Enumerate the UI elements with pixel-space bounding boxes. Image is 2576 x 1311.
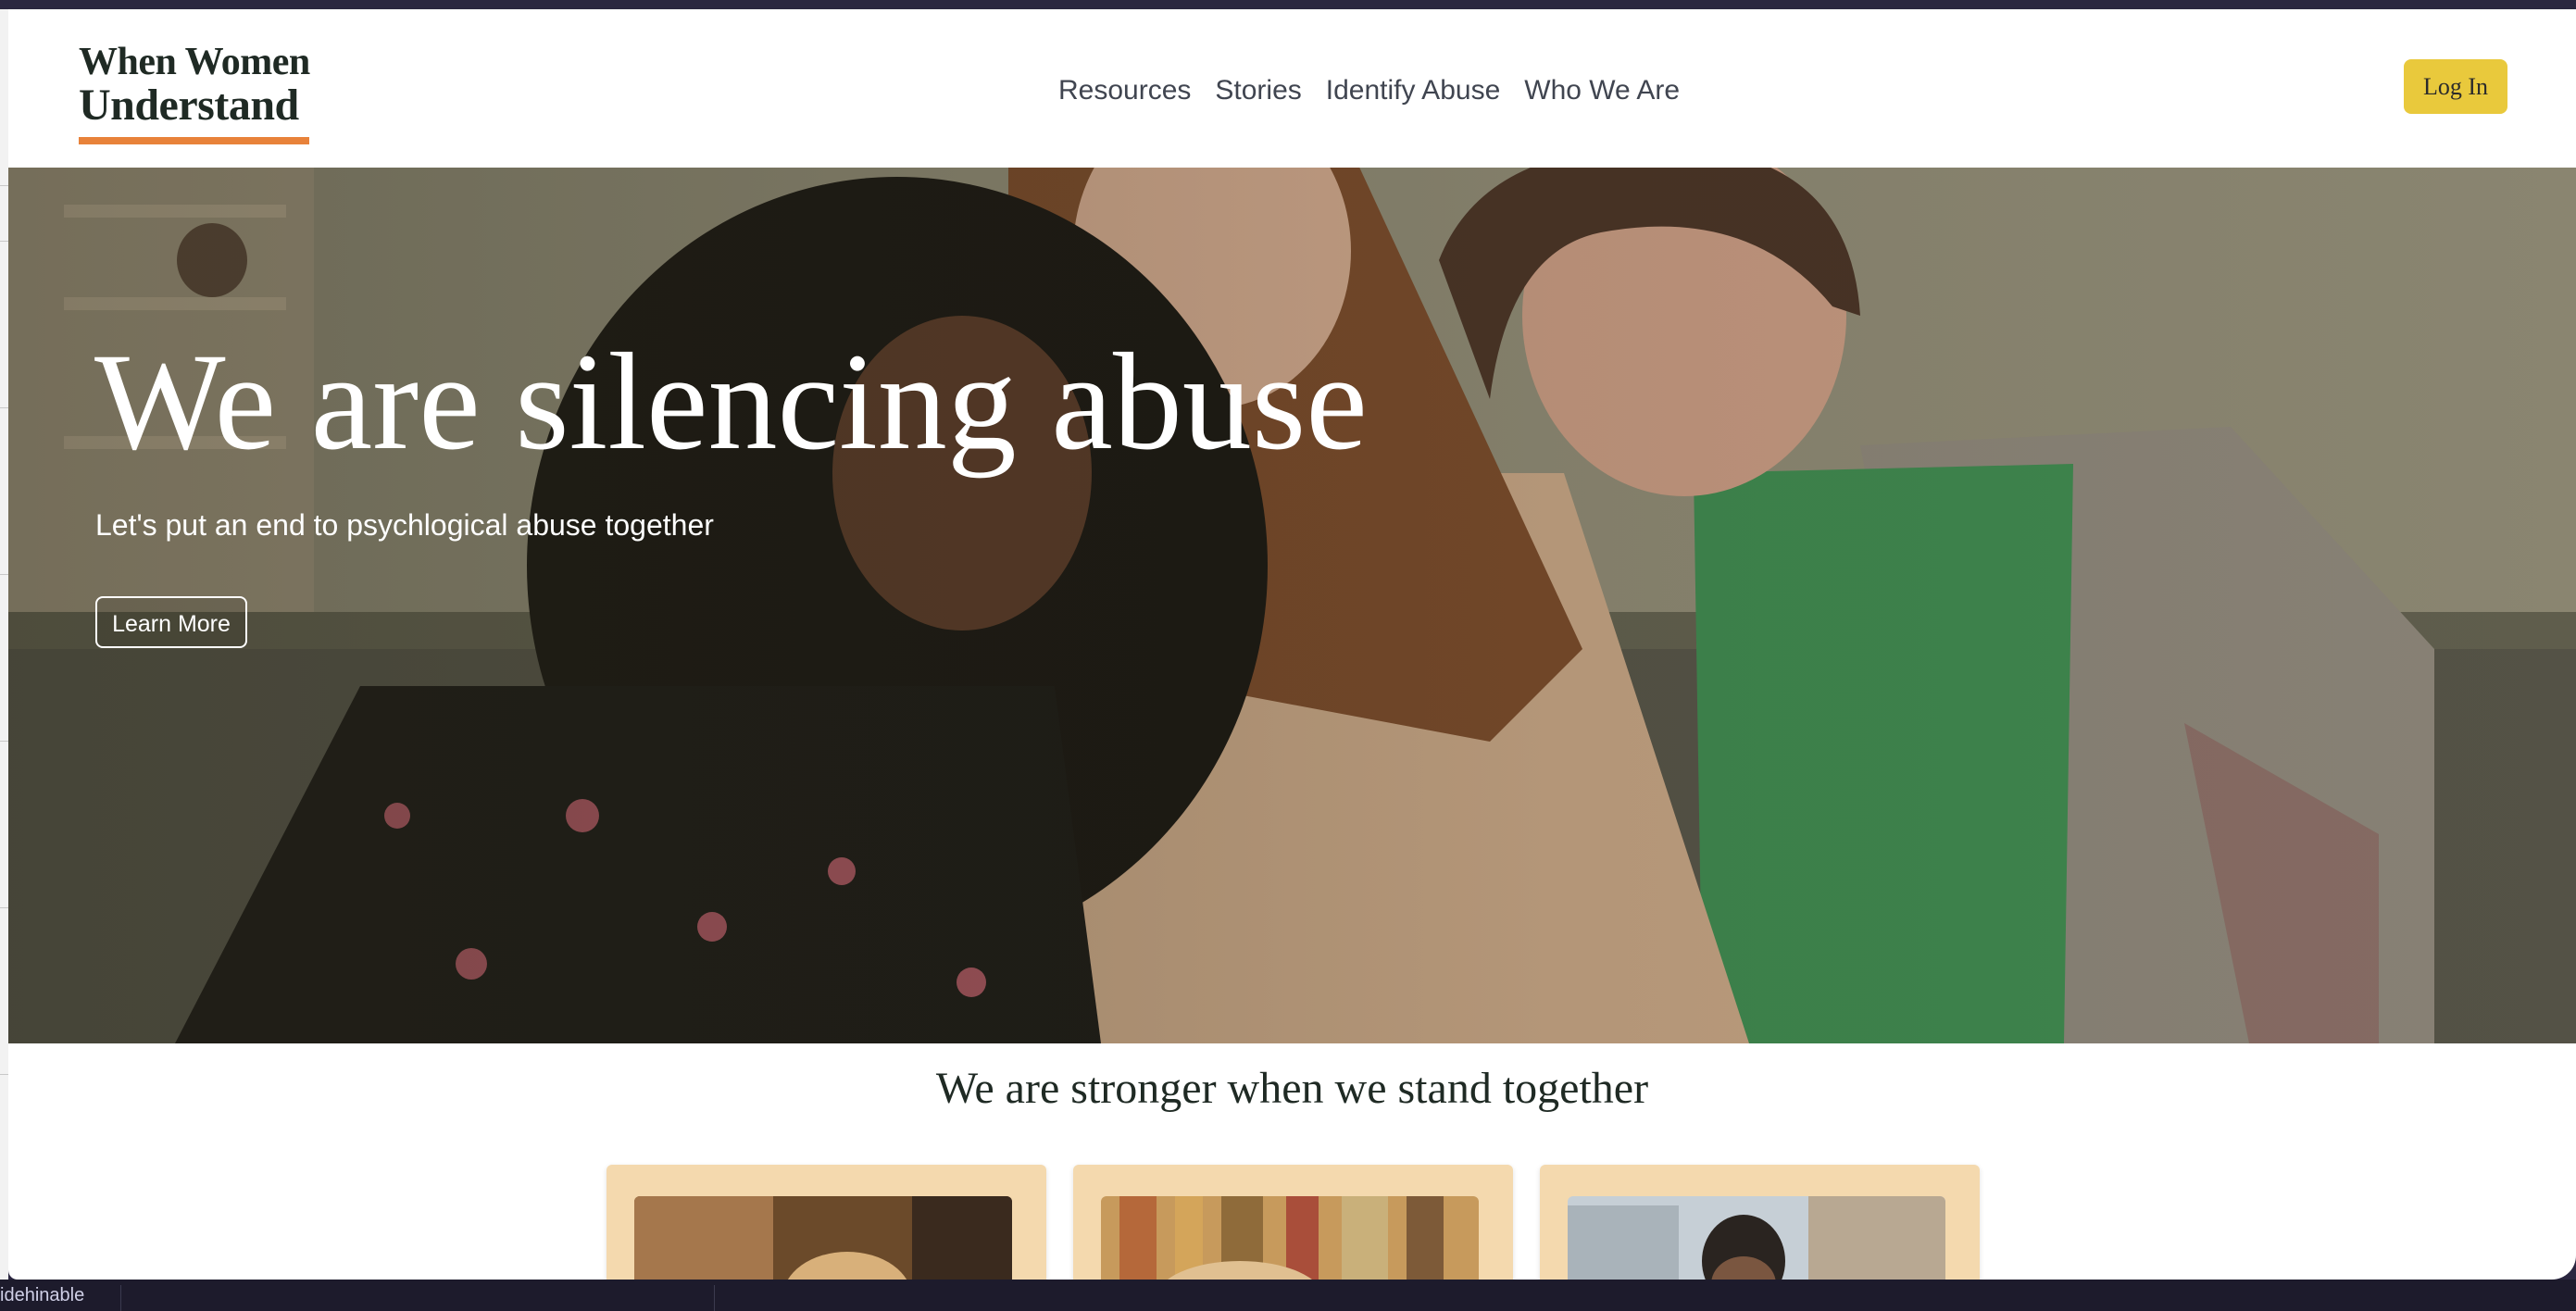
taskbar: idehinable: [0, 1280, 2576, 1311]
site-logo[interactable]: When Women Understand: [79, 41, 319, 152]
hero-banner: We are silencing abuse Let's put an end …: [8, 168, 2576, 1043]
taskbar-pane: [120, 1285, 715, 1311]
taskbar-label: idehinable: [0, 1285, 85, 1305]
card-photo-woman-reading-icon: [634, 1196, 1012, 1280]
browser-viewport: When Women Understand Resources Stories …: [8, 9, 2576, 1280]
hero-subtitle: Let's put an end to psychlogical abuse t…: [95, 508, 714, 542]
logo-line-1: When Women: [79, 41, 310, 83]
nav-identify-abuse[interactable]: Identify Abuse: [1326, 69, 1500, 113]
story-card-3[interactable]: [1540, 1165, 1980, 1280]
learn-more-button[interactable]: Learn More: [95, 596, 247, 648]
nav-resources[interactable]: Resources: [1058, 69, 1191, 113]
story-card-2[interactable]: [1073, 1165, 1513, 1280]
login-button[interactable]: Log In: [2404, 59, 2507, 114]
main-nav: Resources Stories Identify Abuse Who We …: [1058, 69, 1680, 113]
nav-who-we-are[interactable]: Who We Are: [1524, 69, 1680, 113]
site-header: When Women Understand Resources Stories …: [8, 9, 2576, 168]
window-top-bar: [0, 0, 2576, 9]
nav-stories[interactable]: Stories: [1215, 69, 1301, 113]
logo-line-2: Understand: [79, 81, 299, 130]
story-card-1[interactable]: [606, 1165, 1046, 1280]
section-title: We are stronger when we stand together: [935, 1064, 1649, 1113]
card-photo-man-outdoors-icon: [1568, 1196, 1945, 1280]
card-photo-bookshelf-icon: [1101, 1196, 1479, 1280]
background-app-edge: [0, 9, 8, 1287]
hero-overlay: [8, 168, 2576, 1043]
hero-title: We are silencing abuse: [94, 325, 1368, 479]
logo-underline: [79, 137, 309, 144]
